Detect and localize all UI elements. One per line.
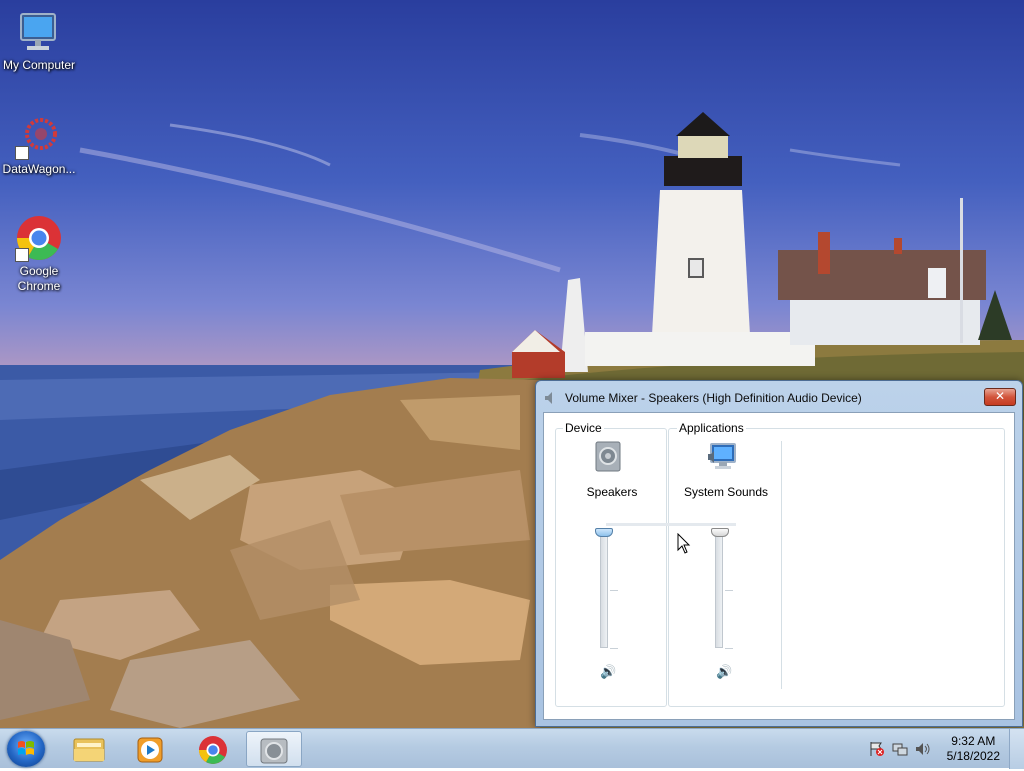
datawagon-icon — [15, 112, 63, 160]
show-desktop-button[interactable] — [1009, 729, 1024, 769]
desktop-icon-datawagon[interactable]: DataWagon... — [0, 112, 78, 177]
media-player-icon — [137, 737, 163, 763]
slider-tick — [610, 648, 618, 649]
system-tray: 9:32 AM 5/18/2022 — [859, 729, 1024, 769]
window-titlebar[interactable]: Volume Mixer - Speakers (High Definition… — [536, 381, 1022, 413]
speaker-device-icon[interactable] — [593, 441, 625, 473]
device-group: Device Speakers 🔊 — [555, 421, 667, 707]
channel-speakers: Speakers 🔊 — [557, 429, 667, 714]
window-client-area: Device Speakers 🔊 Applications System So… — [543, 412, 1015, 720]
channel-label-system-sounds: System Sounds — [683, 485, 769, 499]
network-icon[interactable] — [892, 741, 908, 757]
speaker-icon — [544, 391, 556, 405]
desktop-icon-label: DataWagon... — [2, 162, 76, 176]
volume-tray-icon[interactable] — [915, 741, 931, 757]
desktop-icon-google-chrome[interactable]: Google Chrome — [0, 214, 78, 294]
volume-slider-track-speakers[interactable] — [600, 532, 608, 648]
mouse-cursor-icon — [677, 532, 691, 555]
slider-tick — [610, 590, 618, 591]
close-button[interactable]: ✕ — [984, 388, 1016, 406]
desktop-icon-label: Google Chrome — [17, 264, 61, 293]
desktop-icon-my-computer[interactable]: My Computer — [0, 8, 78, 73]
action-center-flag-icon[interactable] — [869, 741, 885, 757]
system-sounds-icon[interactable] — [707, 441, 739, 473]
volume-slider-track-system-sounds[interactable] — [715, 532, 723, 648]
applications-group: Applications System Sounds 🔊 — [668, 421, 1005, 707]
taskbar-button-volume-mixer[interactable] — [246, 731, 302, 767]
slider-tick — [725, 590, 733, 591]
taskbar-button-windows-explorer[interactable] — [61, 731, 117, 767]
start-button[interactable] — [7, 731, 45, 767]
volume-slider-thumb-system-sounds[interactable] — [711, 528, 729, 537]
chrome-icon — [15, 214, 63, 262]
volume-slider-thumb-speakers[interactable] — [595, 528, 613, 537]
channel-label-speakers: Speakers — [586, 485, 638, 499]
desktop-icon-label: My Computer — [2, 58, 76, 72]
shortcut-arrow-icon — [15, 248, 29, 262]
taskbar-button-media-player[interactable] — [122, 731, 178, 767]
clock-time: 9:32 AM — [951, 734, 996, 748]
taskbar-clock[interactable]: 9:32 AM 5/18/2022 — [947, 734, 1000, 764]
taskbar-button-google-chrome[interactable] — [185, 731, 241, 767]
clock-date: 5/18/2022 — [946, 749, 1000, 763]
computer-icon — [15, 8, 63, 56]
channel-system-sounds: System Sounds 🔊 — [671, 429, 781, 714]
mute-button-system-sounds[interactable]: 🔊 — [716, 665, 732, 679]
chrome-icon — [199, 736, 227, 764]
shortcut-arrow-icon — [15, 146, 29, 160]
taskbar: 9:32 AM 5/18/2022 — [0, 728, 1024, 769]
windows-logo-icon — [18, 741, 34, 755]
speaker-icon — [260, 738, 288, 764]
window-title: Volume Mixer - Speakers (High Definition… — [565, 391, 862, 405]
slider-tick — [725, 648, 733, 649]
volume-mixer-window: Volume Mixer - Speakers (High Definition… — [535, 380, 1023, 727]
volume-peak-line — [606, 523, 736, 526]
mute-button-speakers[interactable]: 🔊 — [600, 665, 616, 679]
folder-icon — [73, 738, 105, 762]
column-divider — [781, 441, 782, 689]
